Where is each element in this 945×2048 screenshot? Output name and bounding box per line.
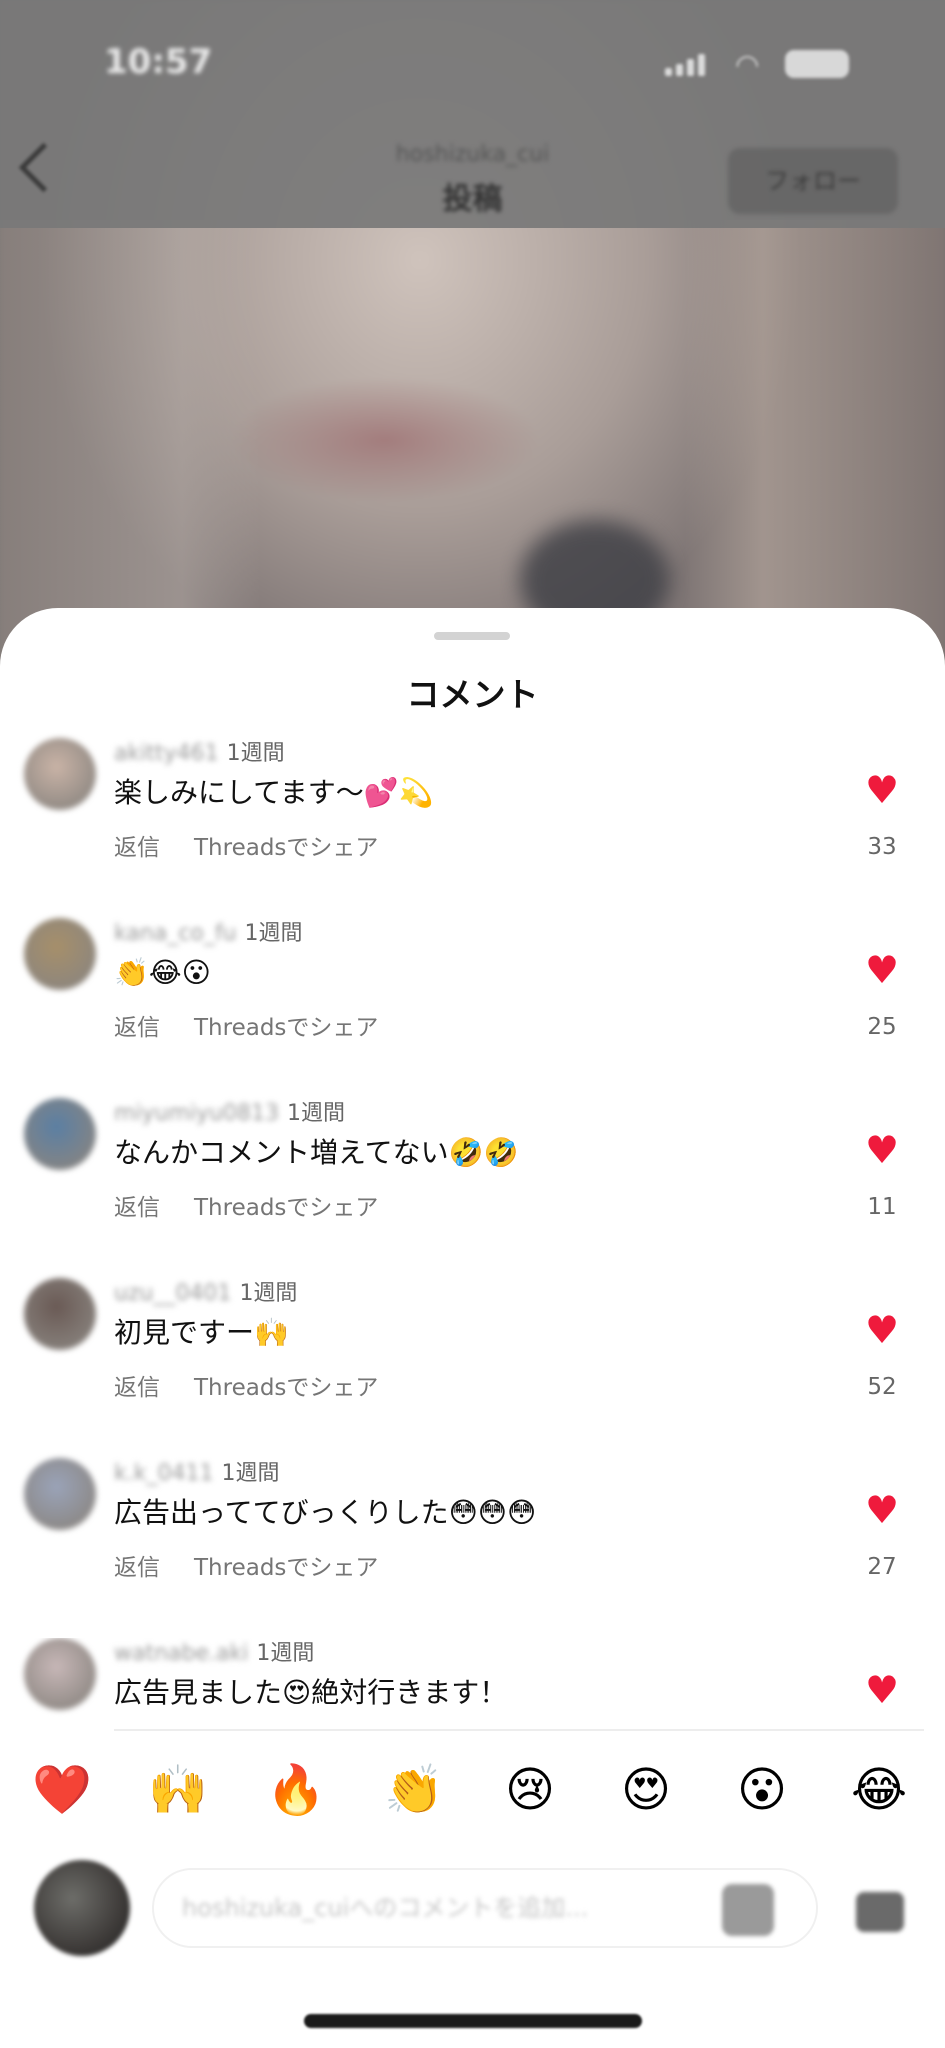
heart-icon[interactable]: ♥ — [862, 950, 902, 990]
sticker-icon[interactable] — [722, 1884, 774, 1936]
signal-icon — [665, 54, 709, 76]
wifi-icon: ◠ — [735, 48, 760, 81]
heart-icon[interactable]: ♥ — [862, 1310, 902, 1350]
comment-meta: watnabe.aki 1週間 — [114, 1638, 314, 1670]
comment-time: 1週間 — [221, 1461, 280, 1486]
comment-meta: k.k_0411 1週間 — [114, 1458, 279, 1490]
top-bar: 10:57 ◠ hoshizuka_cui 投稿 フォロー — [0, 0, 945, 228]
share-threads-button[interactable]: Threadsでシェア — [194, 1368, 378, 1408]
comment-time: 1週間 — [256, 1641, 315, 1666]
comment-text: なんかコメント増えてない🤣🤣 — [114, 1136, 519, 1169]
home-indicator — [304, 2014, 642, 2028]
drag-handle[interactable] — [434, 632, 510, 640]
comment-input-row: hoshizuka_cuiへのコメントを追加... — [0, 1852, 945, 1972]
share-threads-button[interactable]: Threadsでシェア — [194, 828, 378, 868]
comment-username[interactable]: miyumiyu0813 — [114, 1098, 279, 1130]
comment-time: 1週間 — [244, 921, 303, 946]
avatar[interactable] — [24, 1458, 96, 1530]
avatar[interactable] — [24, 918, 96, 990]
comment-actions: 返信 Threadsでシェア — [114, 1008, 378, 1048]
comment-meta: miyumiyu0813 1週間 — [114, 1098, 345, 1130]
comment-text: 広告出っててびっくりした😳😳😳 — [114, 1496, 537, 1529]
comment-item: akitty461 1週間 楽しみにしてます〜💕💫 返信 Threadsでシェア ♥… — [0, 738, 945, 918]
reaction-heart-icon[interactable]: ❤️ — [26, 1750, 98, 1830]
reaction-laughing-icon[interactable]: 😂 — [843, 1750, 915, 1830]
quick-reactions-bar: ❤️ 🙌 🔥 👏 😢 😍 😮 😂 — [0, 1750, 945, 1830]
comment-meta: uzu__0401 1週間 — [114, 1278, 297, 1310]
reaction-surprised-icon[interactable]: 😮 — [726, 1750, 798, 1830]
reply-button[interactable]: 返信 — [114, 1548, 160, 1588]
status-time: 10:57 — [104, 42, 213, 82]
like-count: 52 — [867, 1374, 897, 1400]
like-count: 27 — [867, 1554, 897, 1580]
comment-time: 1週間 — [287, 1101, 345, 1126]
share-threads-button[interactable]: Threadsでシェア — [194, 1548, 378, 1588]
my-avatar — [34, 1860, 130, 1956]
comment-text: 初見ですー🙌 — [114, 1316, 289, 1349]
comment-item: watnabe.aki 1週間 広告見ました😍絶対行きます！ ♥ — [0, 1638, 945, 1728]
comment-item: uzu__0401 1週間 初見ですー🙌 返信 Threadsでシェア ♥ 52 — [0, 1278, 945, 1458]
comment-input-placeholder: hoshizuka_cuiへのコメントを追加... — [182, 1894, 589, 1922]
comment-meta: akitty461 1週間 — [114, 738, 285, 770]
reply-button[interactable]: 返信 — [114, 1008, 160, 1048]
heart-icon[interactable]: ♥ — [862, 1490, 902, 1530]
reply-button[interactable]: 返信 — [114, 1368, 160, 1408]
comment-time: 1週間 — [226, 741, 285, 766]
comment-username[interactable]: kana_co_fu — [114, 918, 237, 950]
heart-icon[interactable]: ♥ — [862, 770, 902, 810]
comment-text: 広告見ました😍絶対行きます！ — [114, 1676, 508, 1709]
comment-input[interactable]: hoshizuka_cuiへのコメントを追加... — [152, 1868, 818, 1948]
reaction-clap-icon[interactable]: 👏 — [378, 1750, 450, 1830]
comment-username[interactable]: k.k_0411 — [114, 1458, 213, 1490]
avatar[interactable] — [24, 1278, 96, 1350]
sheet-title: コメント — [406, 675, 539, 714]
comment-actions: 返信 Threadsでシェア — [114, 1368, 378, 1408]
comments-sheet: コメント akitty461 1週間 楽しみにしてます〜💕💫 返信 Threadsで… — [0, 608, 945, 2048]
share-threads-button[interactable]: Threadsでシェア — [194, 1008, 378, 1048]
reaction-raised-hands-icon[interactable]: 🙌 — [142, 1750, 214, 1830]
status-icons: ◠ — [665, 48, 865, 81]
like-count: 25 — [867, 1014, 897, 1040]
comment-username[interactable]: akitty461 — [114, 738, 219, 770]
like-count: 11 — [867, 1194, 897, 1220]
heart-icon[interactable]: ♥ — [862, 1130, 902, 1170]
comment-actions: 返信 Threadsでシェア — [114, 828, 378, 868]
divider — [114, 1729, 924, 1731]
reaction-heart-eyes-icon[interactable]: 😍 — [610, 1750, 682, 1830]
reaction-fire-icon[interactable]: 🔥 — [260, 1750, 332, 1830]
battery-icon — [785, 50, 849, 78]
comment-actions: 返信 Threadsでシェア — [114, 1188, 378, 1228]
follow-button[interactable]: フォロー — [728, 148, 898, 214]
comment-time: 1週間 — [239, 1281, 298, 1306]
comment-username[interactable]: watnabe.aki — [114, 1638, 248, 1670]
reply-button[interactable]: 返信 — [114, 828, 160, 868]
reaction-crying-icon[interactable]: 😢 — [494, 1750, 566, 1830]
comment-item: k.k_0411 1週間 広告出っててびっくりした😳😳😳 返信 Threadsでシェ… — [0, 1458, 945, 1638]
reply-button[interactable]: 返信 — [114, 1188, 160, 1228]
comment-text: 👏😂😮 — [114, 956, 211, 989]
avatar[interactable] — [24, 738, 96, 810]
comment-item: miyumiyu0813 1週間 なんかコメント増えてない🤣🤣 返信 Threads… — [0, 1098, 945, 1278]
heart-icon[interactable]: ♥ — [862, 1670, 902, 1710]
like-count: 33 — [867, 834, 897, 860]
avatar[interactable] — [24, 1638, 96, 1710]
comment-item: kana_co_fu 1週間 👏😂😮 返信 Threadsでシェア ♥ 25 — [0, 918, 945, 1098]
share-threads-button[interactable]: Threadsでシェア — [194, 1188, 378, 1228]
gif-icon[interactable] — [856, 1892, 904, 1932]
comment-username[interactable]: uzu__0401 — [114, 1278, 231, 1310]
comment-meta: kana_co_fu 1週間 — [114, 918, 303, 950]
avatar[interactable] — [24, 1098, 96, 1170]
comment-actions: 返信 Threadsでシェア — [114, 1548, 378, 1588]
comment-text: 楽しみにしてます〜💕💫 — [114, 776, 434, 809]
